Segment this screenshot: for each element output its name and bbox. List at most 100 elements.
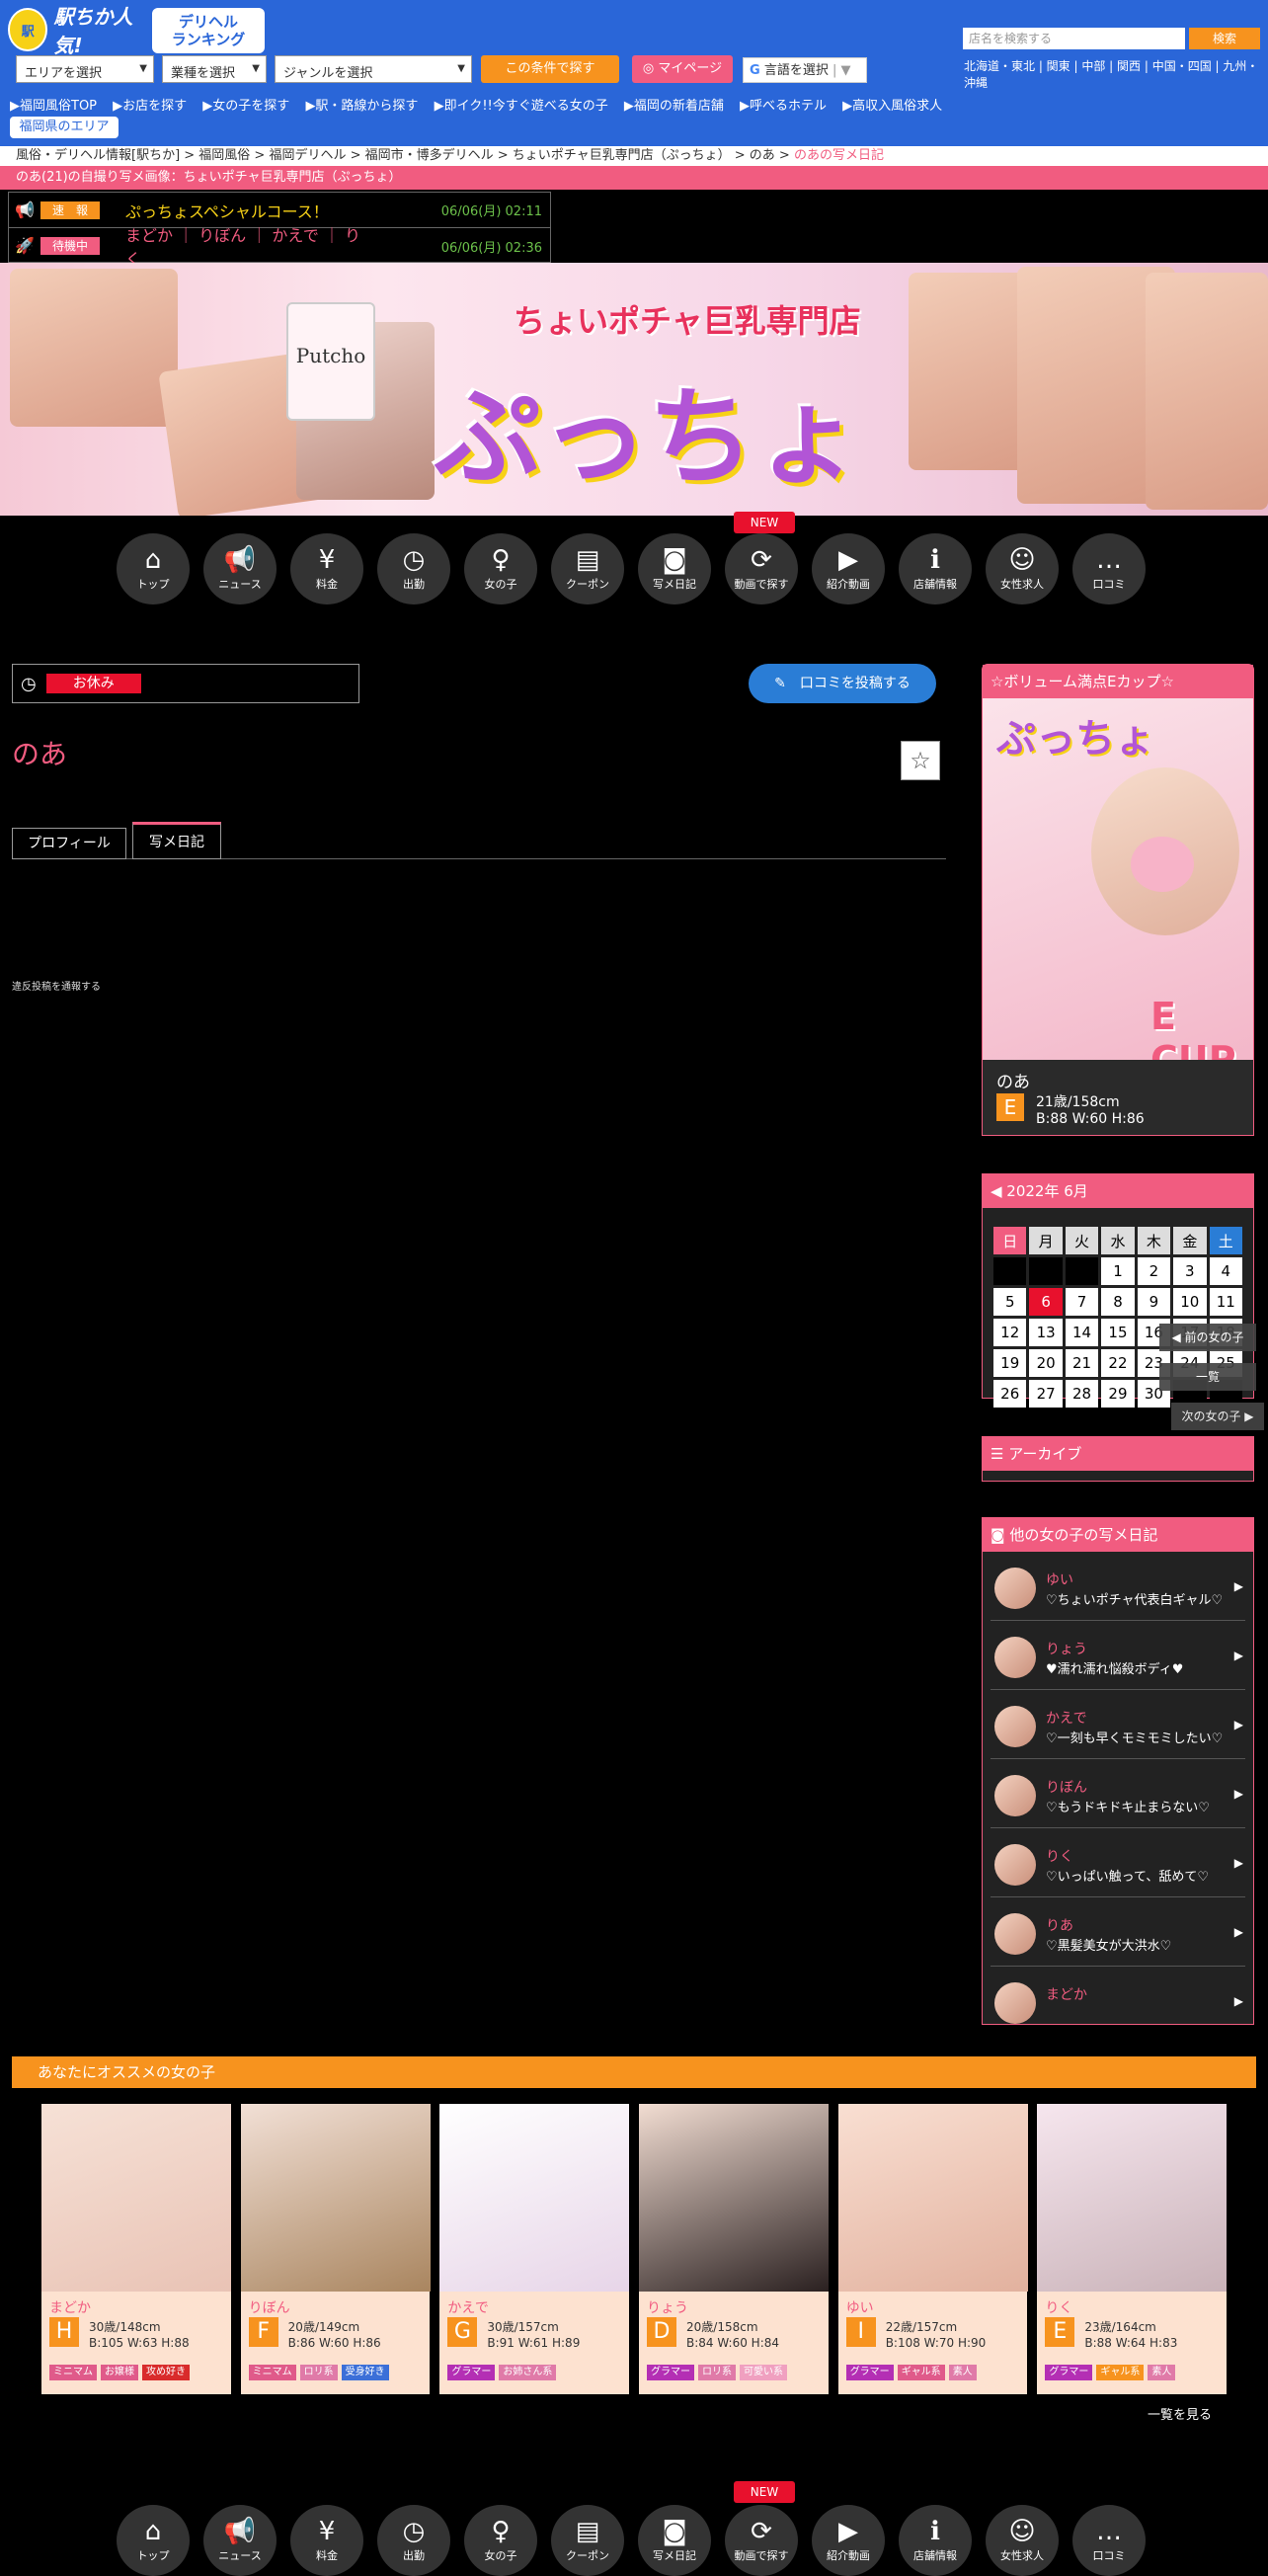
nav-film-button[interactable]: ▶ 紹介動画	[812, 533, 885, 604]
calendar-day[interactable]: 29	[1101, 1380, 1135, 1408]
pickup-girl-photo[interactable]: ぷっちょ E CUP	[983, 698, 1253, 1060]
language-select[interactable]: G 言語を選択 | ▼	[743, 57, 867, 83]
shop-search-button[interactable]: 検索	[1189, 28, 1260, 49]
see-all-link[interactable]: 一覧を見る	[1148, 2404, 1212, 2423]
calendar-day[interactable]: 21	[1065, 1349, 1099, 1377]
calendar-day[interactable]: 9	[1137, 1288, 1171, 1316]
report-violation-link[interactable]: 違反投稿を通報する	[12, 978, 101, 993]
genre-select[interactable]: ジャンルを選択	[275, 55, 472, 83]
nav-video-search-button[interactable]: ⟳ 動画で探す	[725, 2505, 798, 2576]
breadcrumb[interactable]: 風俗・デリヘル情報[駅ちか] > 福岡風俗 > 福岡デリヘル > 福岡市・博多デ…	[0, 146, 1268, 166]
diary-list-item[interactable]: まどか ▶	[991, 1967, 1245, 2024]
girl-photo[interactable]	[1037, 2104, 1228, 2292]
nav-yen-button[interactable]: ¥ 料金	[290, 533, 363, 604]
calendar-day[interactable]: 28	[1065, 1380, 1099, 1408]
nav-info-button[interactable]: ℹ 店舗情報	[899, 2505, 972, 2576]
calendar-day[interactable]: 2	[1137, 1257, 1171, 1285]
site-logo[interactable]: 駅 駅ちか人気!	[8, 5, 152, 57]
calendar-day[interactable]: 22	[1101, 1349, 1135, 1377]
recommend-girl-card[interactable]: ゆい I 22歳/157cm B:108 W:70 H:90 グラマー ギャル系 素人	[837, 2104, 1028, 2394]
nav-camera-button[interactable]: ◙ 写メ日記	[638, 533, 711, 604]
diary-list-item[interactable]: りぼん ♡もうドキドキ止まらない♡ ▶	[991, 1759, 1245, 1828]
nav-camera-button[interactable]: ◙ 写メ日記	[638, 2505, 711, 2576]
nav-megaphone-button[interactable]: 📢 ニュース	[203, 533, 277, 604]
calendar-day[interactable]: 5	[993, 1288, 1027, 1316]
pickup-girl-box[interactable]: ☆ボリューム満点Eカップ☆ ぷっちょ E CUP のあ E 21歳/158cm …	[982, 664, 1254, 1136]
shop-banner[interactable]: Putcho ちょいポチャ巨乳専門店 ぷっちょ	[0, 263, 1268, 516]
favorite-star-icon[interactable]: ☆	[901, 741, 940, 780]
nav-home-button[interactable]: ⌂ トップ	[117, 533, 190, 604]
diary-list-item[interactable]: ゆい ♡ちょいポチャ代表白ギャル♡ ▶	[991, 1552, 1245, 1621]
calendar-day[interactable]: 19	[993, 1349, 1027, 1377]
nav-recruit-button[interactable]: ☺ 女性求人	[986, 533, 1059, 604]
calendar-day[interactable]: 6	[1029, 1288, 1063, 1316]
girl-photo[interactable]	[837, 2104, 1028, 2292]
nav-link-available-now[interactable]: ▶即イク!!今すぐ遊べる女の子	[435, 99, 608, 114]
tab-profile[interactable]: プロフィール	[12, 828, 126, 859]
girl-photo[interactable]	[639, 2104, 830, 2292]
nav-clock-button[interactable]: ◷ 出勤	[377, 2505, 450, 2576]
recommend-girl-card[interactable]: りく E 23歳/164cm B:88 W:64 H:83 グラマー ギャル系 素人	[1037, 2104, 1228, 2394]
diary-list-item[interactable]: りあ ♡黒髪美女が大洪水♡ ▶	[991, 1897, 1245, 1967]
nav-film-button[interactable]: ▶ 紹介動画	[812, 2505, 885, 2576]
fukuoka-area-button[interactable]: 福岡県のエリア	[10, 117, 119, 138]
recommend-girl-card[interactable]: かえで G 30歳/157cm B:91 W:61 H:89 グラマー お姉さん系	[439, 2104, 630, 2394]
nav-link-hotels[interactable]: ▶呼べるホテル	[740, 99, 827, 114]
calendar-day[interactable]: 11	[1209, 1288, 1242, 1316]
recommend-girl-card[interactable]: りぼん F 20歳/149cm B:86 W:60 H:86 ミニマム ロリ系 受身好き	[240, 2104, 431, 2394]
tab-photo-diary[interactable]: 写メ日記	[132, 822, 221, 859]
calendar-day[interactable]: 13	[1029, 1319, 1063, 1346]
calendar-day[interactable]: 27	[1029, 1380, 1063, 1408]
nav-megaphone-button[interactable]: 📢 ニュース	[203, 2505, 277, 2576]
breadcrumb-path[interactable]: 風俗・デリヘル情報[駅ちか] > 福岡風俗 > 福岡デリヘル > 福岡市・博多デ…	[16, 148, 794, 163]
nav-link-find-girl[interactable]: ▶女の子を探す	[202, 99, 289, 114]
recommend-girl-card[interactable]: まどか H 30歳/148cm B:105 W:63 H:88 ミニマム お嬢様 攻め好き	[41, 2104, 231, 2394]
nav-coupon-button[interactable]: ▤ クーポン	[551, 533, 624, 604]
calendar-day[interactable]: 7	[1065, 1288, 1099, 1316]
calendar-day[interactable]: 15	[1101, 1319, 1135, 1346]
deliheal-ranking-button[interactable]: デリヘル ランキング	[152, 8, 265, 53]
post-review-button[interactable]: ✎ 口コミを投稿する	[749, 664, 936, 703]
girl-photo[interactable]	[41, 2104, 231, 2292]
nav-person-button[interactable]: ♀ 女の子	[464, 533, 537, 604]
nav-link-fukuoka-top[interactable]: ▶福岡風俗TOP	[10, 99, 97, 114]
nav-chat-button[interactable]: … 口コミ	[1072, 2505, 1146, 2576]
archive-box[interactable]: ☰ アーカイブ	[982, 1436, 1254, 1482]
nav-person-button[interactable]: ♀ 女の子	[464, 2505, 537, 2576]
diary-list-item[interactable]: かえで ♡一刻も早くモミモミしたい♡ ▶	[991, 1690, 1245, 1759]
calendar-day[interactable]: 4	[1209, 1257, 1242, 1285]
nav-info-button[interactable]: ℹ 店舗情報	[899, 533, 972, 604]
nav-link-station[interactable]: ▶駅・路線から探す	[305, 99, 418, 114]
calendar-day[interactable]: 14	[1065, 1319, 1099, 1346]
nav-yen-button[interactable]: ¥ 料金	[290, 2505, 363, 2576]
shop-search-input[interactable]: 店名を検索する	[963, 28, 1185, 49]
calendar-day[interactable]: 10	[1173, 1288, 1207, 1316]
nav-clock-button[interactable]: ◷ 出勤	[377, 533, 450, 604]
region-links[interactable]: 北海道・東北 | 関東 | 中部 | 関西 | 中国・四国 | 九州・沖縄	[964, 57, 1268, 91]
nav-recruit-button[interactable]: ☺ 女性求人	[986, 2505, 1059, 2576]
nav-link-jobs[interactable]: ▶高収入風俗求人	[842, 99, 942, 114]
girl-photo[interactable]	[439, 2104, 630, 2292]
ticker-row-waiting[interactable]: 🚀 待機中 まどか ｜ りぼん ｜ かえで ｜ りく 06/06(月) 02:3…	[9, 226, 550, 269]
calendar-day[interactable]: 8	[1101, 1288, 1135, 1316]
calendar-header[interactable]: ◀ 2022年 6月	[983, 1174, 1253, 1208]
girl-list-button[interactable]: 一覧	[1159, 1363, 1256, 1391]
search-condition-button[interactable]: この条件で探す	[481, 55, 619, 83]
prev-girl-button[interactable]: ◀ 前の女の子	[1159, 1324, 1256, 1351]
business-type-select[interactable]: 業種を選択	[162, 55, 267, 83]
area-select[interactable]: エリアを選択	[16, 55, 154, 83]
nav-link-find-shop[interactable]: ▶お店を探す	[113, 99, 187, 114]
nav-coupon-button[interactable]: ▤ クーポン	[551, 2505, 624, 2576]
calendar-day[interactable]: 12	[993, 1319, 1027, 1346]
nav-home-button[interactable]: ⌂ トップ	[117, 2505, 190, 2576]
calendar-day[interactable]: 20	[1029, 1349, 1063, 1377]
nav-chat-button[interactable]: … 口コミ	[1072, 533, 1146, 604]
next-girl-button[interactable]: 次の女の子 ▶	[1171, 1403, 1264, 1430]
calendar-day[interactable]: 26	[993, 1380, 1027, 1408]
mypage-button[interactable]: ◎ マイページ	[632, 55, 733, 83]
girl-photo[interactable]	[240, 2104, 431, 2292]
recommend-girl-card[interactable]: りょう D 20歳/158cm B:84 W:60 H:84 グラマー ロリ系 可愛い系	[639, 2104, 830, 2394]
diary-list-item[interactable]: りょう ♥濡れ濡れ悩殺ボディ♥ ▶	[991, 1621, 1245, 1690]
nav-video-search-button[interactable]: ⟳ 動画で探す	[725, 533, 798, 604]
diary-list-item[interactable]: りく ♡いっぱい触って、舐めて♡ ▶	[991, 1828, 1245, 1897]
